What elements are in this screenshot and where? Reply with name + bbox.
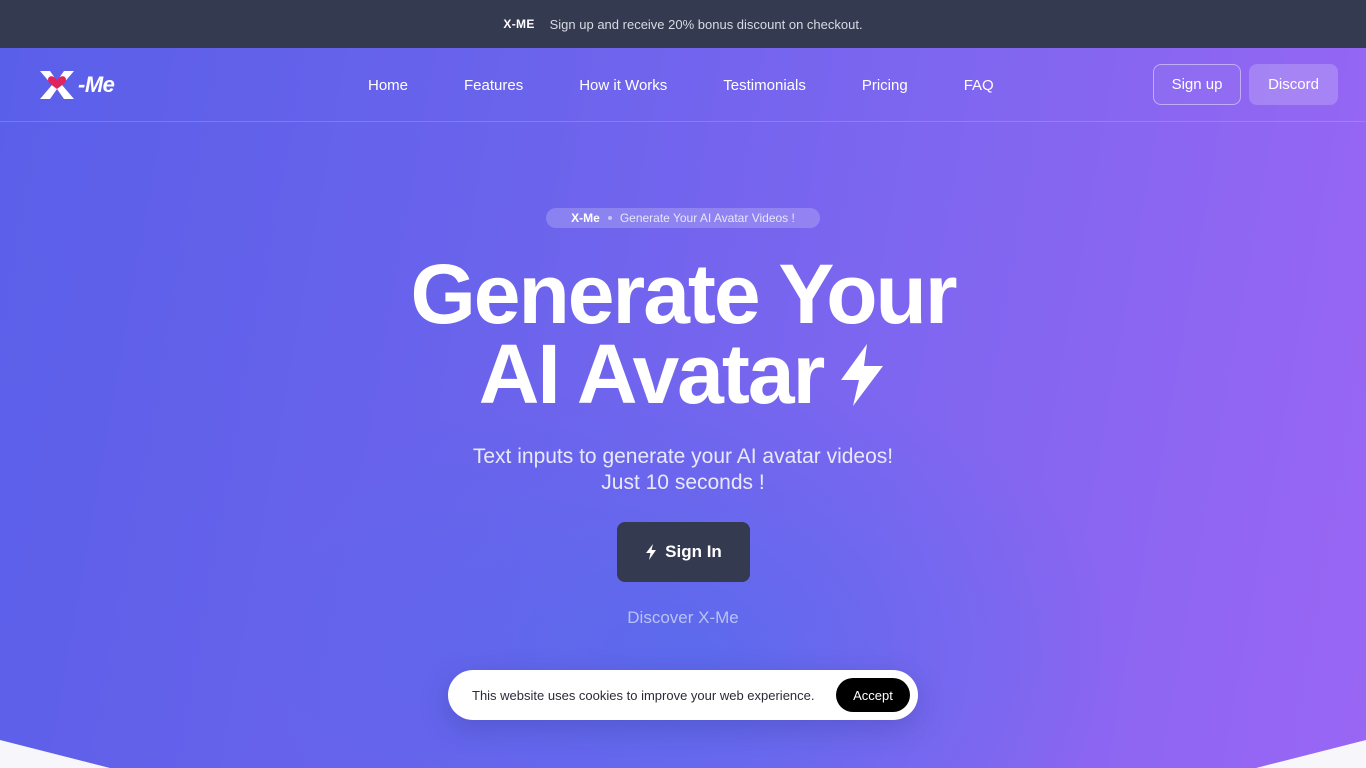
hero-headline: Generate Your AI Avatar [0,247,1366,416]
subtitle-line-2: Just 10 seconds ! [601,471,765,494]
nav-pricing[interactable]: Pricing [862,77,908,94]
discover-link[interactable]: Discover X-Me [0,608,1366,628]
nav-how-it-works[interactable]: How it Works [579,77,667,94]
lightning-bolt-icon [646,544,657,560]
nav-faq[interactable]: FAQ [964,77,994,94]
pill-separator-dot [607,216,612,220]
top-navigation: -Me Home Features How it Works Testimoni… [0,48,1366,122]
signup-button[interactable]: Sign up [1153,64,1241,105]
cookie-banner: This website uses cookies to improve you… [448,670,918,720]
pill-brand: X-Me [571,211,600,225]
pill-text: Generate Your AI Avatar Videos ! [619,211,795,225]
headline-line-1: Generate Your [410,247,957,341]
hero-pill-badge: X-Me Generate Your AI Avatar Videos ! [546,208,820,228]
cookie-text: This website uses cookies to improve you… [472,687,815,703]
headline-line-2-wrap: AI Avatar [0,332,1366,416]
nav-testimonials[interactable]: Testimonials [723,77,806,94]
nav-home[interactable]: Home [368,77,408,94]
lightning-bolt-icon [841,343,884,406]
discord-button[interactable]: Discord [1249,64,1338,105]
section-divider-curve [0,740,1366,768]
nav-links: Home Features How it Works Testimonials … [340,48,1022,122]
hero-section: -Me Home Features How it Works Testimoni… [0,48,1366,768]
announcement-bar: X-ME Sign up and receive 20% bonus disco… [0,0,1366,48]
logo-text: -Me [78,72,115,97]
signin-label: Sign In [665,542,722,561]
logo[interactable]: -Me [38,68,115,102]
hero-subtitle: Text inputs to generate your AI avatar v… [0,444,1366,496]
nav-features[interactable]: Features [464,77,523,94]
subtitle-line-1: Text inputs to generate your AI avatar v… [472,445,894,468]
announcement-brand: X-ME [503,17,535,31]
signin-button[interactable]: Sign In [617,522,750,582]
headline-line-2: AI Avatar [478,327,826,421]
accept-cookies-button[interactable]: Accept [836,678,910,712]
x-logo-icon [40,71,74,99]
announcement-text: Sign up and receive 20% bonus discount o… [549,16,863,32]
